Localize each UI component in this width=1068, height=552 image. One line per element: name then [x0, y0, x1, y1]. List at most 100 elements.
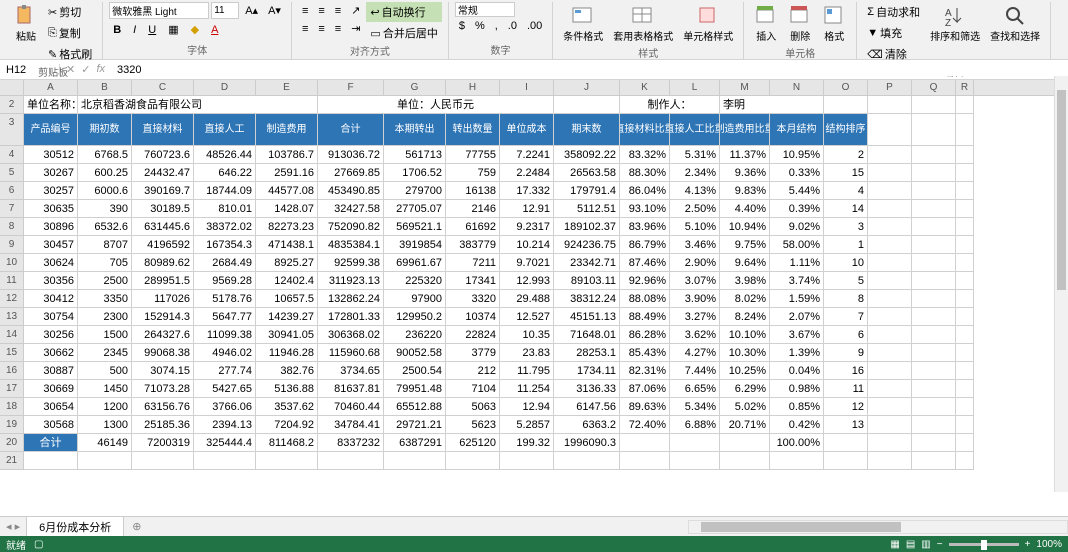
row-header[interactable]: 17 [0, 380, 24, 398]
cell[interactable] [912, 452, 956, 470]
cell[interactable]: 5.2857 [500, 416, 554, 434]
col-header[interactable]: A [24, 80, 78, 95]
cell[interactable]: 李明 [720, 96, 824, 114]
cell[interactable]: 30654 [24, 398, 78, 416]
cell[interactable]: 625120 [446, 434, 500, 452]
cell[interactable]: 30635 [24, 200, 78, 218]
cell[interactable] [912, 326, 956, 344]
cell[interactable]: 63156.76 [132, 398, 194, 416]
cell[interactable]: 152914.3 [132, 308, 194, 326]
cell[interactable]: 6000.6 [78, 182, 132, 200]
cell[interactable]: 10657.5 [256, 290, 318, 308]
row-header[interactable]: 8 [0, 218, 24, 236]
cell[interactable] [868, 182, 912, 200]
cell[interactable]: 80989.62 [132, 254, 194, 272]
cell[interactable] [912, 380, 956, 398]
cell[interactable] [78, 452, 132, 470]
cells-grid[interactable]: 单位名称：北京稻香湖食品有限公司单位：人民币元制作人：李明产品编号期初数直接材料… [24, 96, 974, 470]
cell[interactable]: 3136.33 [554, 380, 620, 398]
cancel-formula-icon[interactable]: ✕ [66, 63, 75, 76]
cell[interactable] [770, 452, 824, 470]
cell[interactable]: 65512.88 [384, 398, 446, 416]
cell[interactable]: 3919854 [384, 236, 446, 254]
cell[interactable]: 0.85% [770, 398, 824, 416]
cell[interactable]: 2.2484 [500, 164, 554, 182]
row-header[interactable]: 16 [0, 362, 24, 380]
orientation-button[interactable]: ↗ [347, 2, 364, 19]
cell[interactable]: 236220 [384, 326, 446, 344]
cell[interactable] [912, 114, 956, 146]
cell[interactable]: 6.88% [670, 416, 720, 434]
cell[interactable]: 8.24% [720, 308, 770, 326]
cell[interactable]: 2394.13 [194, 416, 256, 434]
cell[interactable]: 30669 [24, 380, 78, 398]
cell[interactable]: 本月结构 [770, 114, 824, 146]
cell[interactable]: 179791.4 [554, 182, 620, 200]
row-header[interactable]: 15 [0, 344, 24, 362]
cell[interactable] [824, 96, 868, 114]
cell[interactable]: 10.214 [500, 236, 554, 254]
cell[interactable] [956, 236, 974, 254]
cell[interactable] [500, 452, 554, 470]
cell[interactable]: 单位成本 [500, 114, 554, 146]
cell[interactable]: 71648.01 [554, 326, 620, 344]
font-name-input[interactable] [109, 2, 209, 19]
cell[interactable]: 5647.77 [194, 308, 256, 326]
cell[interactable]: 705 [78, 254, 132, 272]
col-header[interactable]: G [384, 80, 446, 95]
cell[interactable]: 3.27% [670, 308, 720, 326]
cell[interactable]: 1996090.3 [554, 434, 620, 452]
cell[interactable]: 9.7021 [500, 254, 554, 272]
cell[interactable]: 11099.38 [194, 326, 256, 344]
cell[interactable]: 93.10% [620, 200, 670, 218]
cell[interactable] [912, 344, 956, 362]
cell[interactable] [912, 96, 956, 114]
font-color-button[interactable]: A [207, 21, 222, 38]
cell[interactable]: 92599.38 [318, 254, 384, 272]
dec-decimal-button[interactable]: .00 [523, 18, 546, 34]
cell[interactable]: 72.40% [620, 416, 670, 434]
cell[interactable]: 直接人工比重 [670, 114, 720, 146]
cell[interactable]: 88.08% [620, 290, 670, 308]
cell[interactable]: 4.13% [670, 182, 720, 200]
cell[interactable]: 7104 [446, 380, 500, 398]
cell[interactable] [912, 362, 956, 380]
cell[interactable] [446, 452, 500, 470]
cell[interactable]: 382.76 [256, 362, 318, 380]
row-header[interactable]: 9 [0, 236, 24, 254]
cell[interactable] [912, 182, 956, 200]
cell[interactable] [956, 218, 974, 236]
cell[interactable]: 29721.21 [384, 416, 446, 434]
cell[interactable]: 358092.22 [554, 146, 620, 164]
cell[interactable]: 12.527 [500, 308, 554, 326]
number-format-input[interactable] [455, 2, 515, 17]
sheet-tab-active[interactable]: 6月份成本分析 [26, 516, 124, 537]
cell[interactable]: 3074.15 [132, 362, 194, 380]
cell[interactable]: 167354.3 [194, 236, 256, 254]
cell[interactable]: 10.35 [500, 326, 554, 344]
cell[interactable] [912, 146, 956, 164]
cell[interactable]: 5427.65 [194, 380, 256, 398]
shrink-font-button[interactable]: A▾ [264, 2, 285, 19]
cell[interactable]: 600.25 [78, 164, 132, 182]
cell[interactable]: 87.46% [620, 254, 670, 272]
col-header[interactable]: D [194, 80, 256, 95]
cell[interactable] [868, 236, 912, 254]
cell[interactable]: 70460.44 [318, 398, 384, 416]
cell[interactable]: 2.34% [670, 164, 720, 182]
cell[interactable]: 759 [446, 164, 500, 182]
cell[interactable]: 8 [824, 290, 868, 308]
cond-format-button[interactable]: 条件格式 [559, 2, 607, 45]
cell[interactable]: 8.02% [720, 290, 770, 308]
cell[interactable]: 5178.76 [194, 290, 256, 308]
cell[interactable]: 79951.48 [384, 380, 446, 398]
cell[interactable]: 直接材料比重 [620, 114, 670, 146]
cell[interactable]: 30257 [24, 182, 78, 200]
row-header[interactable]: 10 [0, 254, 24, 272]
cell[interactable] [868, 362, 912, 380]
col-header[interactable]: R [956, 80, 974, 95]
cell[interactable]: 12.91 [500, 200, 554, 218]
cell[interactable] [670, 452, 720, 470]
cell[interactable]: 561713 [384, 146, 446, 164]
row-header[interactable]: 11 [0, 272, 24, 290]
